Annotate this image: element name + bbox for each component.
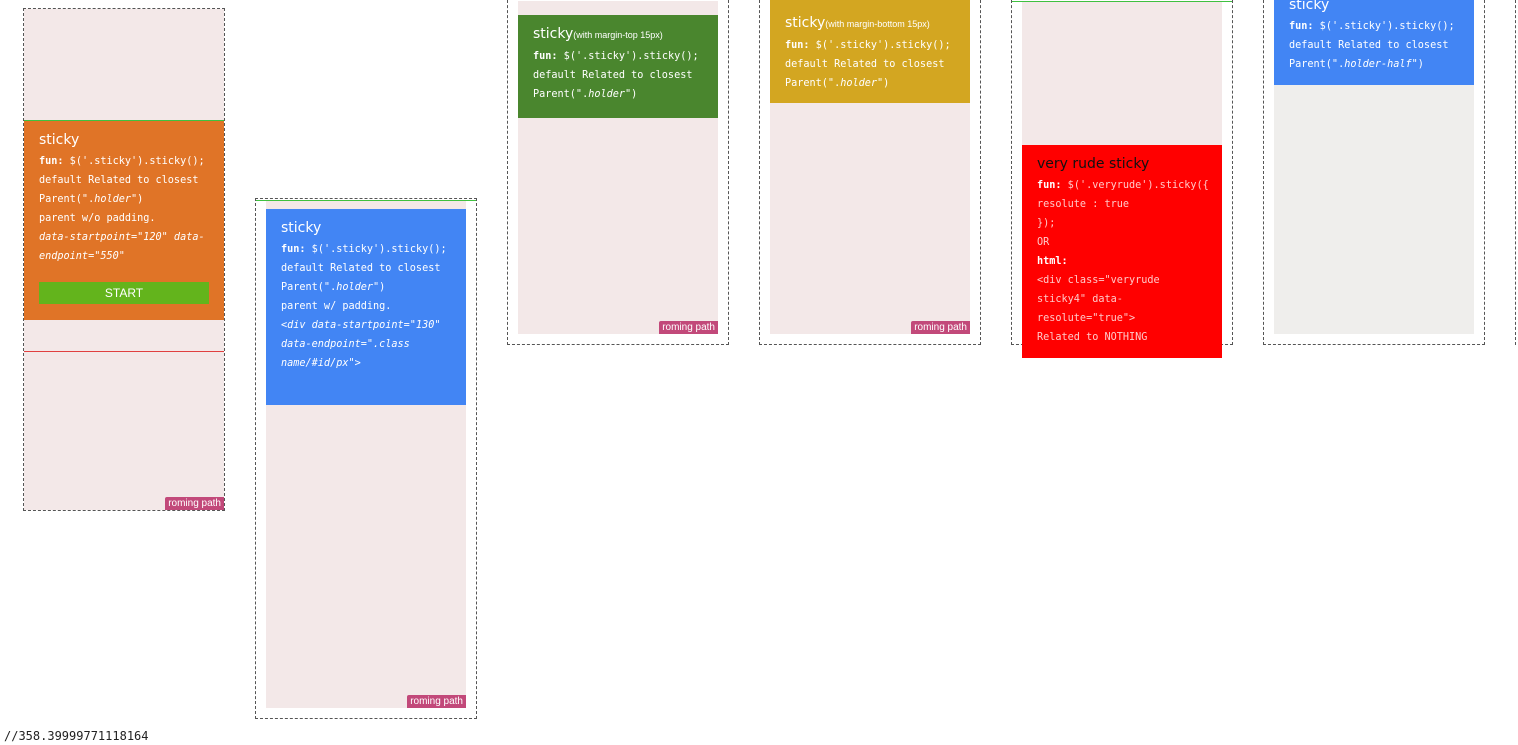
card-code: fun: $('.sticky').sticky(); default Rela… [1289, 21, 1455, 70]
card-title: sticky(with margin-bottom 15px) [785, 15, 930, 31]
debug-readout: //358.39999771118164 [4, 729, 149, 743]
very-rude-sticky-card: very rude sticky fun: $('.veryrude').sti… [1022, 145, 1222, 358]
card-title: very rude sticky [1037, 156, 1150, 172]
card-title: sticky [281, 220, 322, 236]
card-title: sticky(with margin-top 15px) [533, 26, 663, 42]
roaming-path-label: roming path [407, 695, 466, 708]
card-code: fun: $('.sticky').sticky(); default Rela… [533, 51, 699, 100]
card-code: fun: $('.sticky').sticky(); default Rela… [785, 40, 951, 89]
end-line [24, 351, 224, 352]
sticky-card-3: sticky(with margin-top 15px) fun: $('.st… [518, 15, 718, 118]
card-title: sticky [39, 132, 80, 148]
sticky-card-6: sticky fun: $('.sticky').sticky(); defau… [1274, 0, 1474, 85]
start-button[interactable]: START [39, 282, 209, 304]
roaming-path-label: roming path [165, 497, 224, 510]
sticky-card-4: sticky(with margin-bottom 15px) fun: $('… [770, 0, 970, 103]
roaming-path-label: roming path [911, 321, 970, 334]
start-line [1012, 1, 1232, 2]
sticky-card-2: sticky fun: $('.sticky').sticky(); defau… [266, 209, 466, 405]
card-code: fun: $('.sticky').sticky(); default Rela… [281, 244, 447, 369]
card-code: fun: $('.sticky').sticky(); default Rela… [39, 156, 205, 262]
card-title: sticky [1289, 0, 1330, 13]
sticky-card-1: sticky fun: $('.sticky').sticky(); defau… [24, 121, 224, 320]
start-line [256, 200, 476, 201]
card-code: fun: $('.veryrude').sticky({ resolute : … [1037, 180, 1209, 343]
roaming-path-label: roming path [659, 321, 718, 334]
